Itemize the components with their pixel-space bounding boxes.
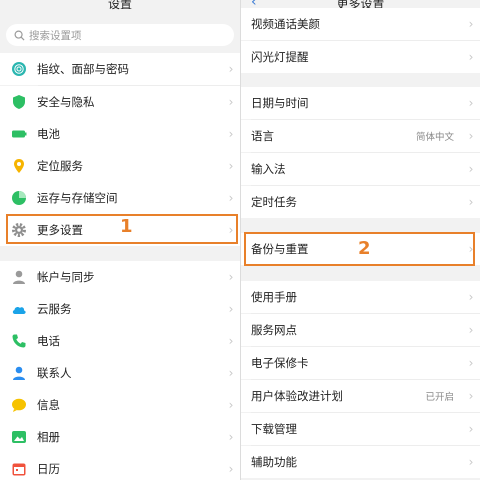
item-label: 信息 [37, 398, 60, 412]
chevron-right-icon: › [228, 430, 234, 444]
fingerprint-icon [11, 61, 27, 77]
chevron-right-icon: › [228, 127, 234, 141]
shield-icon [11, 94, 27, 110]
item-label: 辅助功能 [251, 455, 297, 469]
item-label: 闪光灯提醒 [251, 50, 309, 64]
item-label: 用户体验改进计划 [251, 389, 343, 403]
settings-panel: 设置 搜索设置项 指纹、面部与密码 › 安全与隐私 › 电池 › 定位服务 › … [0, 0, 240, 480]
item-label: 帐户与同步 [37, 270, 95, 284]
chevron-right-icon: › [468, 356, 474, 370]
chevron-right-icon: › [228, 302, 234, 316]
item-label: 输入法 [251, 162, 286, 176]
chevron-right-icon: › [468, 96, 474, 110]
cloud-icon [11, 301, 27, 317]
chevron-right-icon: › [228, 95, 234, 109]
battery-icon [11, 126, 27, 142]
chevron-right-icon: › [468, 455, 474, 469]
more-item-scheduled-tasks[interactable]: 定时任务 › [241, 186, 480, 218]
search-placeholder: 搜索设置项 [29, 29, 82, 42]
settings-item-fingerprint[interactable]: 指纹、面部与密码 › [0, 53, 240, 85]
chevron-right-icon: › [228, 270, 234, 284]
chevron-right-icon: › [468, 17, 474, 31]
contact-icon [11, 365, 27, 381]
item-value: 简体中文 [415, 132, 454, 143]
settings-item-account-sync[interactable]: 帐户与同步 › [0, 261, 240, 293]
location-pin-icon [11, 158, 27, 174]
item-label: 下载管理 [251, 422, 297, 436]
item-label: 联系人 [37, 366, 72, 380]
more-item-user-experience[interactable]: 用户体验改进计划 已开启 › [241, 380, 480, 412]
chevron-right-icon: › [228, 462, 234, 476]
settings-item-contacts[interactable]: 联系人 › [0, 357, 240, 389]
more-item-download-manager[interactable]: 下载管理 › [241, 413, 480, 445]
more-item-accessibility[interactable]: 辅助功能 › [241, 446, 480, 478]
item-label: 相册 [37, 430, 60, 444]
item-label: 云服务 [37, 302, 72, 316]
page-title: 设置 [107, 0, 132, 11]
more-item-flash-alert[interactable]: 闪光灯提醒 › [241, 41, 480, 73]
settings-item-album[interactable]: 相册 › [0, 421, 240, 453]
settings-item-security[interactable]: 安全与隐私 › [0, 86, 240, 118]
calendar-icon [11, 461, 27, 477]
more-item-service-outlets[interactable]: 服务网点 › [241, 314, 480, 346]
chevron-right-icon: › [468, 422, 474, 436]
item-label: 运存与存储空间 [37, 191, 118, 205]
item-label: 电子保修卡 [251, 356, 309, 370]
settings-item-cloud[interactable]: 云服务 › [0, 293, 240, 325]
item-label: 日历 [37, 462, 60, 476]
more-item-user-manual[interactable]: 使用手册 › [241, 281, 480, 313]
item-label: 定时任务 [251, 195, 297, 209]
item-label: 日期与时间 [251, 96, 309, 110]
chevron-right-icon: › [468, 389, 474, 403]
settings-item-battery[interactable]: 电池 › [0, 118, 240, 150]
chevron-right-icon: › [468, 50, 474, 64]
item-label: 电话 [37, 334, 60, 348]
settings-item-location[interactable]: 定位服务 › [0, 150, 240, 182]
step-number-2: 2 [358, 238, 371, 259]
item-label: 语言 [251, 129, 274, 143]
storage-pie-icon [11, 190, 27, 206]
item-value: 已开启 [425, 392, 454, 403]
settings-item-phone[interactable]: 电话 › [0, 325, 240, 357]
chevron-right-icon: › [468, 129, 474, 143]
more-item-date-time[interactable]: 日期与时间 › [241, 87, 480, 119]
item-label: 电池 [37, 127, 60, 141]
album-icon [11, 429, 27, 445]
item-label: 指纹、面部与密码 [37, 62, 129, 76]
search-input[interactable]: 搜索设置项 [6, 24, 234, 46]
phone-icon [11, 333, 27, 349]
more-item-input-method[interactable]: 输入法 › [241, 153, 480, 185]
chevron-right-icon: › [228, 366, 234, 380]
chevron-right-icon: › [228, 398, 234, 412]
more-item-language[interactable]: 语言 简体中文 › [241, 120, 480, 152]
chevron-right-icon: › [228, 62, 234, 76]
chevron-right-icon: › [468, 162, 474, 176]
settings-item-storage[interactable]: 运存与存储空间 › [0, 182, 240, 214]
settings-item-messages[interactable]: 信息 › [0, 389, 240, 421]
item-label: 使用手册 [251, 290, 297, 304]
step-number-1: 1 [120, 216, 133, 237]
more-item-video-beauty[interactable]: 视频通话美颜 › [241, 8, 480, 40]
chevron-right-icon: › [228, 334, 234, 348]
settings-item-calendar[interactable]: 日历 › [0, 453, 240, 480]
chevron-right-icon: › [468, 323, 474, 337]
item-label: 服务网点 [251, 323, 297, 337]
message-icon [11, 397, 27, 413]
item-label: 视频通话美颜 [251, 17, 320, 31]
chevron-right-icon: › [228, 191, 234, 205]
search-icon [14, 30, 25, 41]
more-item-warranty-card[interactable]: 电子保修卡 › [241, 347, 480, 379]
more-settings-panel: ‹ 更多设置 视频通话美颜 › 闪光灯提醒 › 日期与时间 › 语言 简体中文 … [241, 0, 480, 480]
chevron-right-icon: › [468, 290, 474, 304]
account-sync-icon [11, 269, 27, 285]
chevron-right-icon: › [468, 195, 474, 209]
item-label: 安全与隐私 [37, 95, 95, 109]
item-label: 定位服务 [37, 159, 83, 173]
chevron-right-icon: › [228, 159, 234, 173]
